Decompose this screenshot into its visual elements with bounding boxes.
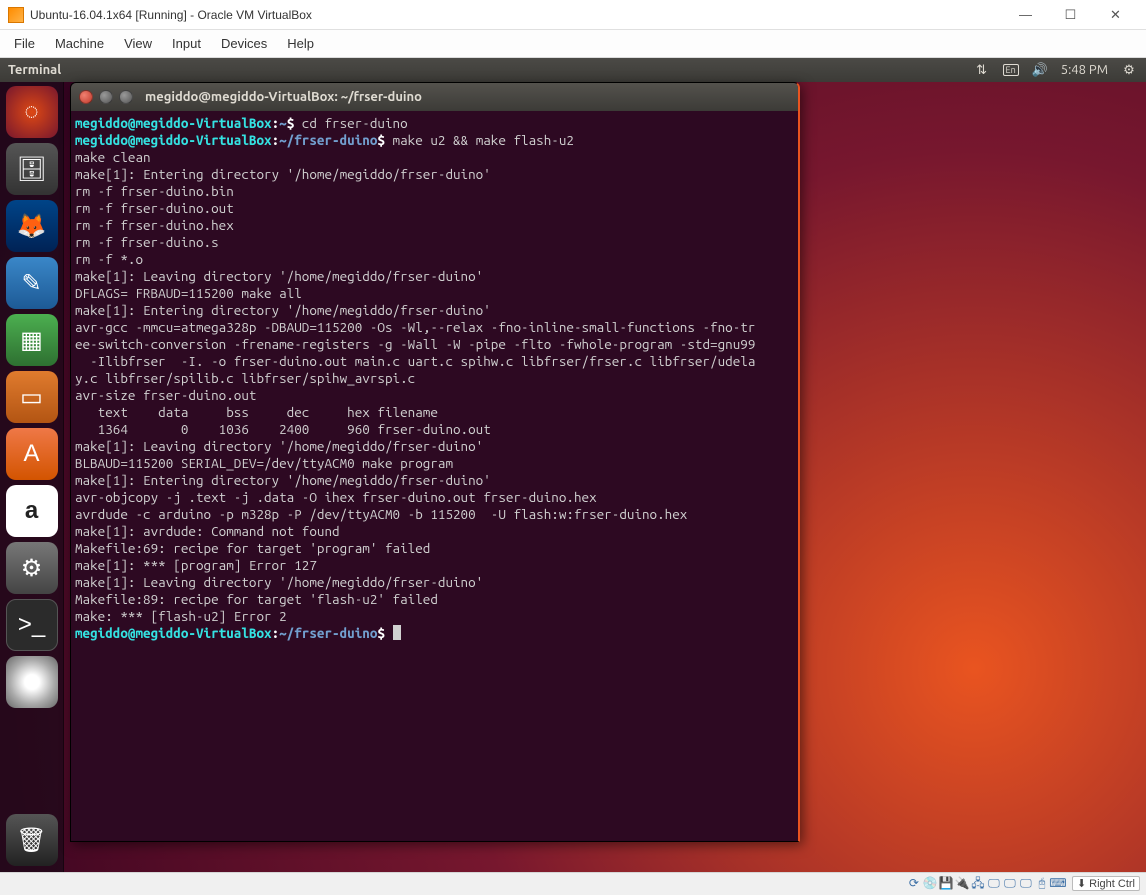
vbox-status-icon-8[interactable]: 🖰	[1034, 875, 1050, 891]
system-menu-icon[interactable]: ⚙	[1120, 61, 1138, 79]
files-icon-glyph: 🗄	[16, 155, 46, 184]
terminal-icon-glyph: >_	[18, 611, 45, 639]
clock[interactable]: 5:48 PM	[1061, 63, 1108, 77]
close-button[interactable]: ✕	[1093, 1, 1138, 29]
dash-icon-glyph: ◌	[24, 98, 38, 126]
host-key-indicator: ⬇ Right Ctrl	[1072, 876, 1140, 891]
menu-file[interactable]: File	[6, 33, 43, 54]
amazon-icon[interactable]: a	[6, 485, 58, 537]
sound-indicator-icon[interactable]: 🔊	[1031, 61, 1049, 79]
writer-icon-glyph: ✎	[21, 269, 41, 298]
terminal-window[interactable]: megiddo@megiddo-VirtualBox: ~/frser-duin…	[70, 82, 800, 842]
vbox-statusbar: ⟳💿💾🔌🖧🖵🖵🖵🖰⌨ ⬇ Right Ctrl	[0, 872, 1146, 894]
software-icon-glyph: A	[23, 440, 39, 468]
impress-icon-glyph: ▭	[20, 383, 43, 412]
settings-icon[interactable]: ⚙	[6, 542, 58, 594]
active-app-name: Terminal	[8, 63, 973, 77]
guest-display: Terminal ⇅ En 🔊 5:48 PM ⚙ ◌ 🗄 🦊 ✎ ▦ ▭ Aa ⚙ >_ 🗑 m…	[0, 58, 1146, 872]
terminal-titlebar[interactable]: megiddo@megiddo-VirtualBox: ~/frser-duin…	[71, 83, 798, 111]
vbox-status-icon-6[interactable]: 🖵	[1002, 875, 1018, 891]
network-indicator-icon[interactable]: ⇅	[973, 61, 991, 79]
writer-icon[interactable]: ✎	[6, 257, 58, 309]
vbox-status-icon-5[interactable]: 🖵	[986, 875, 1002, 891]
virtualbox-icon	[8, 7, 24, 23]
terminal-body[interactable]: megiddo@megiddo-VirtualBox:~$ cd frser-d…	[71, 111, 798, 841]
menu-view[interactable]: View	[116, 33, 160, 54]
terminal-title: megiddo@megiddo-VirtualBox: ~/frser-duin…	[145, 90, 422, 104]
vbox-status-icon-3[interactable]: 🔌	[954, 875, 970, 891]
terminal-cursor	[393, 625, 401, 640]
vbox-status-icon-7[interactable]: 🖵	[1018, 875, 1034, 891]
host-key-label: Right Ctrl	[1089, 878, 1135, 890]
vbox-status-icon-0[interactable]: ⟳	[906, 875, 922, 891]
trash-icon[interactable]: 🗑	[6, 814, 58, 866]
calc-icon[interactable]: ▦	[6, 314, 58, 366]
vbox-title: Ubuntu-16.04.1x64 [Running] - Oracle VM …	[30, 8, 1003, 22]
vbox-status-icon-2[interactable]: 💾	[938, 875, 954, 891]
menu-help[interactable]: Help	[279, 33, 322, 54]
impress-icon[interactable]: ▭	[6, 371, 58, 423]
terminal-icon[interactable]: >_	[6, 599, 58, 651]
files-icon[interactable]: 🗄	[6, 143, 58, 195]
vbox-status-icon-4[interactable]: 🖧	[970, 876, 986, 892]
arrow-down-icon: ⬇	[1077, 877, 1086, 890]
disc-icon[interactable]	[6, 656, 58, 708]
maximize-button[interactable]: ☐	[1048, 1, 1093, 29]
menu-input[interactable]: Input	[164, 33, 209, 54]
terminal-close-button[interactable]	[79, 90, 93, 104]
terminal-maximize-button[interactable]	[119, 90, 133, 104]
firefox-icon[interactable]: 🦊	[6, 200, 58, 252]
software-icon[interactable]: A	[6, 428, 58, 480]
keyboard-language-indicator[interactable]: En	[1003, 64, 1019, 76]
dash-icon[interactable]: ◌	[6, 86, 58, 138]
ubuntu-topbar: Terminal ⇅ En 🔊 5:48 PM ⚙	[0, 58, 1146, 82]
minimize-button[interactable]: —	[1003, 1, 1048, 29]
vbox-status-icon-1[interactable]: 💿	[922, 875, 938, 891]
virtualbox-window: Ubuntu-16.04.1x64 [Running] - Oracle VM …	[0, 0, 1146, 894]
menu-machine[interactable]: Machine	[47, 33, 112, 54]
vbox-titlebar: Ubuntu-16.04.1x64 [Running] - Oracle VM …	[0, 0, 1146, 30]
menu-devices[interactable]: Devices	[213, 33, 275, 54]
vbox-menubar: FileMachineViewInputDevicesHelp	[0, 30, 1146, 58]
amazon-icon-glyph: a	[25, 497, 38, 525]
vbox-status-icon-9[interactable]: ⌨	[1050, 875, 1066, 891]
unity-launcher: ◌ 🗄 🦊 ✎ ▦ ▭ Aa ⚙ >_ 🗑	[0, 82, 64, 872]
terminal-minimize-button[interactable]	[99, 90, 113, 104]
firefox-icon-glyph: 🦊	[17, 212, 47, 241]
calc-icon-glyph: ▦	[20, 326, 43, 355]
settings-icon-glyph: ⚙	[21, 554, 43, 583]
